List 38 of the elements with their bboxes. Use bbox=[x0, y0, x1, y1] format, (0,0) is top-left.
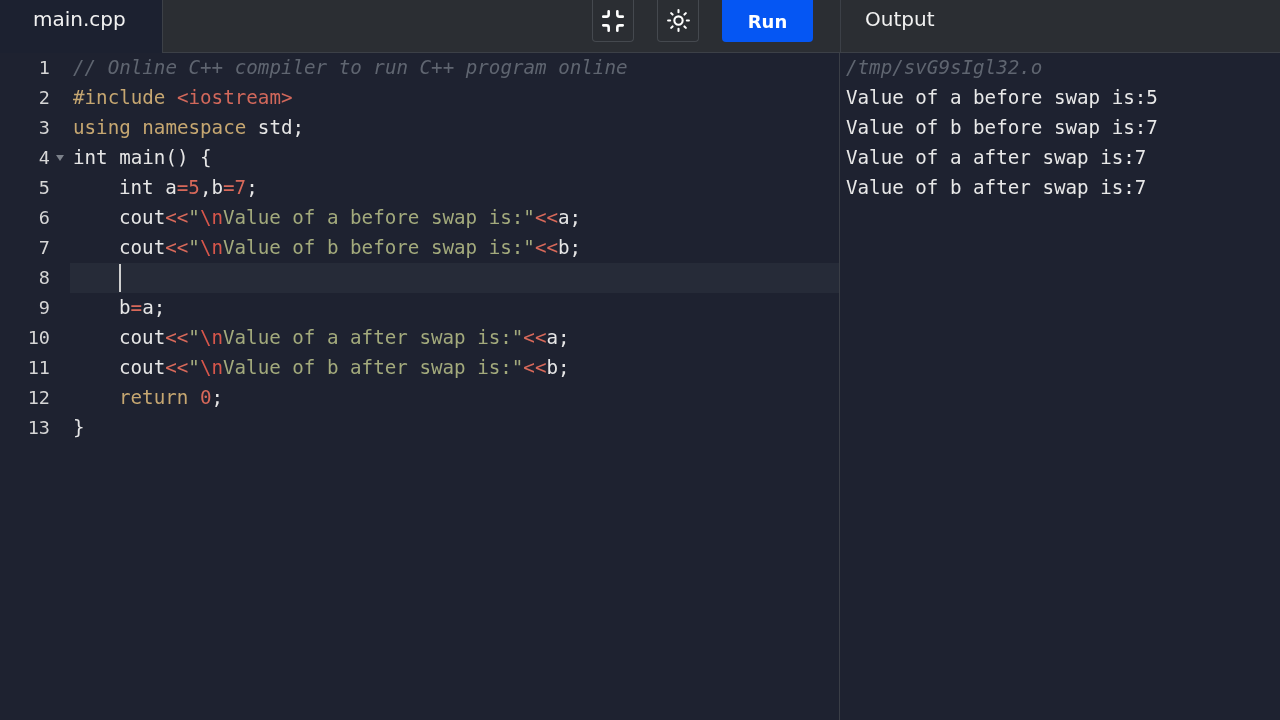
line-number: 12 bbox=[26, 386, 50, 410]
line-number: 2 bbox=[37, 86, 50, 110]
line-number: 9 bbox=[37, 296, 50, 320]
sun-icon bbox=[665, 8, 691, 33]
line-number: 11 bbox=[26, 356, 50, 380]
code-line: b=a; bbox=[118, 295, 166, 321]
line-number: 8 bbox=[37, 266, 50, 290]
output-path: /tmp/svG9sIgl32.o bbox=[846, 55, 1043, 81]
code-line: } bbox=[72, 415, 85, 441]
fold-arrow-icon[interactable] bbox=[56, 155, 64, 161]
text-cursor-icon bbox=[119, 264, 121, 292]
line-number: 6 bbox=[37, 206, 50, 230]
code-line: cout<<"\nValue of b after swap is:"<<b; bbox=[118, 355, 570, 381]
code-line: using namespace std; bbox=[72, 115, 305, 141]
code-line: int a=5,b=7; bbox=[118, 175, 258, 201]
line-number: 5 bbox=[37, 176, 50, 200]
line-number: 10 bbox=[26, 326, 50, 350]
code-line: cout<<"\nValue of b before swap is:"<<b; bbox=[118, 235, 582, 261]
code-line: // Online C++ compiler to run C++ program online bbox=[72, 55, 628, 81]
output-line: Value of b after swap is:7 bbox=[846, 175, 1147, 201]
code-line: cout<<"\nValue of a before swap is:"<<a; bbox=[118, 205, 582, 231]
output-title: Output bbox=[865, 6, 935, 33]
line-number: 13 bbox=[26, 416, 50, 440]
line-number: 4 bbox=[37, 146, 50, 170]
code-line: int main() { bbox=[72, 145, 212, 171]
line-number: 3 bbox=[37, 116, 50, 140]
theme-toggle-button[interactable] bbox=[657, 0, 699, 42]
output-line: Value of a before swap is:5 bbox=[846, 85, 1158, 111]
line-number: 7 bbox=[37, 236, 50, 260]
run-button[interactable]: Run bbox=[722, 0, 813, 42]
output-line: Value of b before swap is:7 bbox=[846, 115, 1158, 141]
minimize-icon bbox=[600, 7, 626, 34]
code-line: #include <iostream> bbox=[72, 85, 293, 111]
output-line: Value of a after swap is:7 bbox=[846, 145, 1147, 171]
line-number: 1 bbox=[37, 56, 50, 80]
code-line: return 0; bbox=[118, 385, 223, 411]
minimize-button[interactable] bbox=[592, 0, 634, 42]
code-line: cout<<"\nValue of a after swap is:"<<a; bbox=[118, 325, 570, 351]
